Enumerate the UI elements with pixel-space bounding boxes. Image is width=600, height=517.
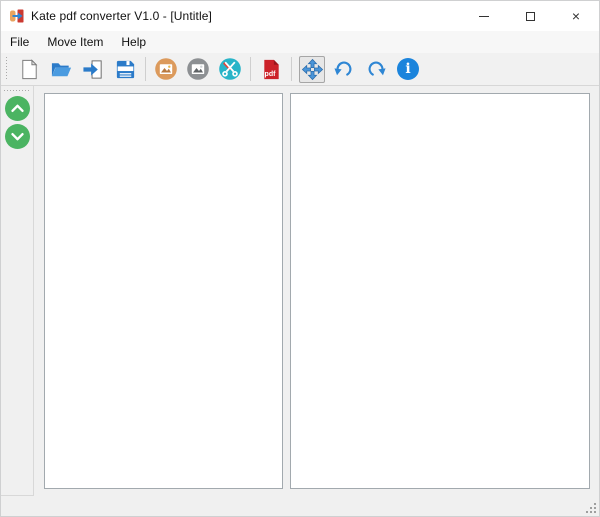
import-button[interactable] [80, 56, 106, 83]
remove-image-button[interactable] [185, 56, 211, 83]
open-file-button[interactable] [48, 56, 74, 83]
move-item-up-button[interactable] [5, 96, 30, 121]
image-gray-icon [186, 57, 210, 81]
minimize-icon [479, 16, 489, 17]
convert-to-pdf-button[interactable]: pdf [258, 56, 284, 83]
toolbar-separator [291, 57, 292, 81]
maximize-icon [526, 12, 535, 21]
close-button[interactable]: × [553, 1, 599, 31]
tools-button[interactable] [217, 56, 243, 83]
close-icon: × [572, 9, 580, 23]
preview-panel[interactable] [290, 93, 590, 489]
move-mode-button[interactable] [299, 56, 325, 83]
chevron-down-icon [5, 124, 30, 149]
app-window: Kate pdf converter V1.0 - [Untitle] × Fi… [0, 0, 600, 517]
side-toolbar-grip[interactable] [4, 89, 30, 92]
menu-file[interactable]: File [1, 32, 38, 52]
titlebar: Kate pdf converter V1.0 - [Untitle] × [1, 1, 599, 31]
move-item-down-button[interactable] [5, 124, 30, 149]
image-orange-icon [154, 57, 178, 81]
toolbar-separator [145, 57, 146, 81]
redo-icon [365, 58, 387, 80]
side-toolbar [1, 86, 34, 496]
toolbar-grip[interactable] [5, 57, 8, 81]
undo-icon [333, 58, 355, 80]
menu-move-item[interactable]: Move Item [38, 32, 112, 52]
tools-icon [218, 57, 242, 81]
add-image-button[interactable] [153, 56, 179, 83]
window-controls: × [461, 1, 599, 31]
import-icon [82, 58, 105, 81]
menubar: File Move Item Help [1, 31, 599, 53]
open-folder-icon [50, 58, 73, 81]
menu-help[interactable]: Help [112, 32, 155, 52]
main-toolbar: pdf [1, 53, 599, 86]
save-icon [114, 58, 137, 81]
undo-button[interactable] [331, 56, 357, 83]
move-arrows-icon [301, 58, 324, 81]
redo-button[interactable] [363, 56, 389, 83]
window-title: Kate pdf converter V1.0 - [Untitle] [31, 9, 212, 23]
pdf-icon: pdf [260, 58, 283, 81]
info-icon-glyph: i [405, 62, 410, 76]
app-icon [9, 8, 25, 24]
info-icon: i [397, 58, 419, 80]
new-document-icon [18, 58, 41, 81]
minimize-button[interactable] [461, 1, 507, 31]
save-button[interactable] [112, 56, 138, 83]
chevron-up-icon [5, 96, 30, 121]
maximize-button[interactable] [507, 1, 553, 31]
item-list-panel[interactable] [44, 93, 283, 489]
new-document-button[interactable] [16, 56, 42, 83]
toolbar-separator [250, 57, 251, 81]
about-button[interactable]: i [395, 56, 421, 83]
content-area [1, 86, 599, 516]
pdf-icon-label: pdf [260, 71, 281, 78]
resize-grip[interactable] [586, 503, 596, 513]
